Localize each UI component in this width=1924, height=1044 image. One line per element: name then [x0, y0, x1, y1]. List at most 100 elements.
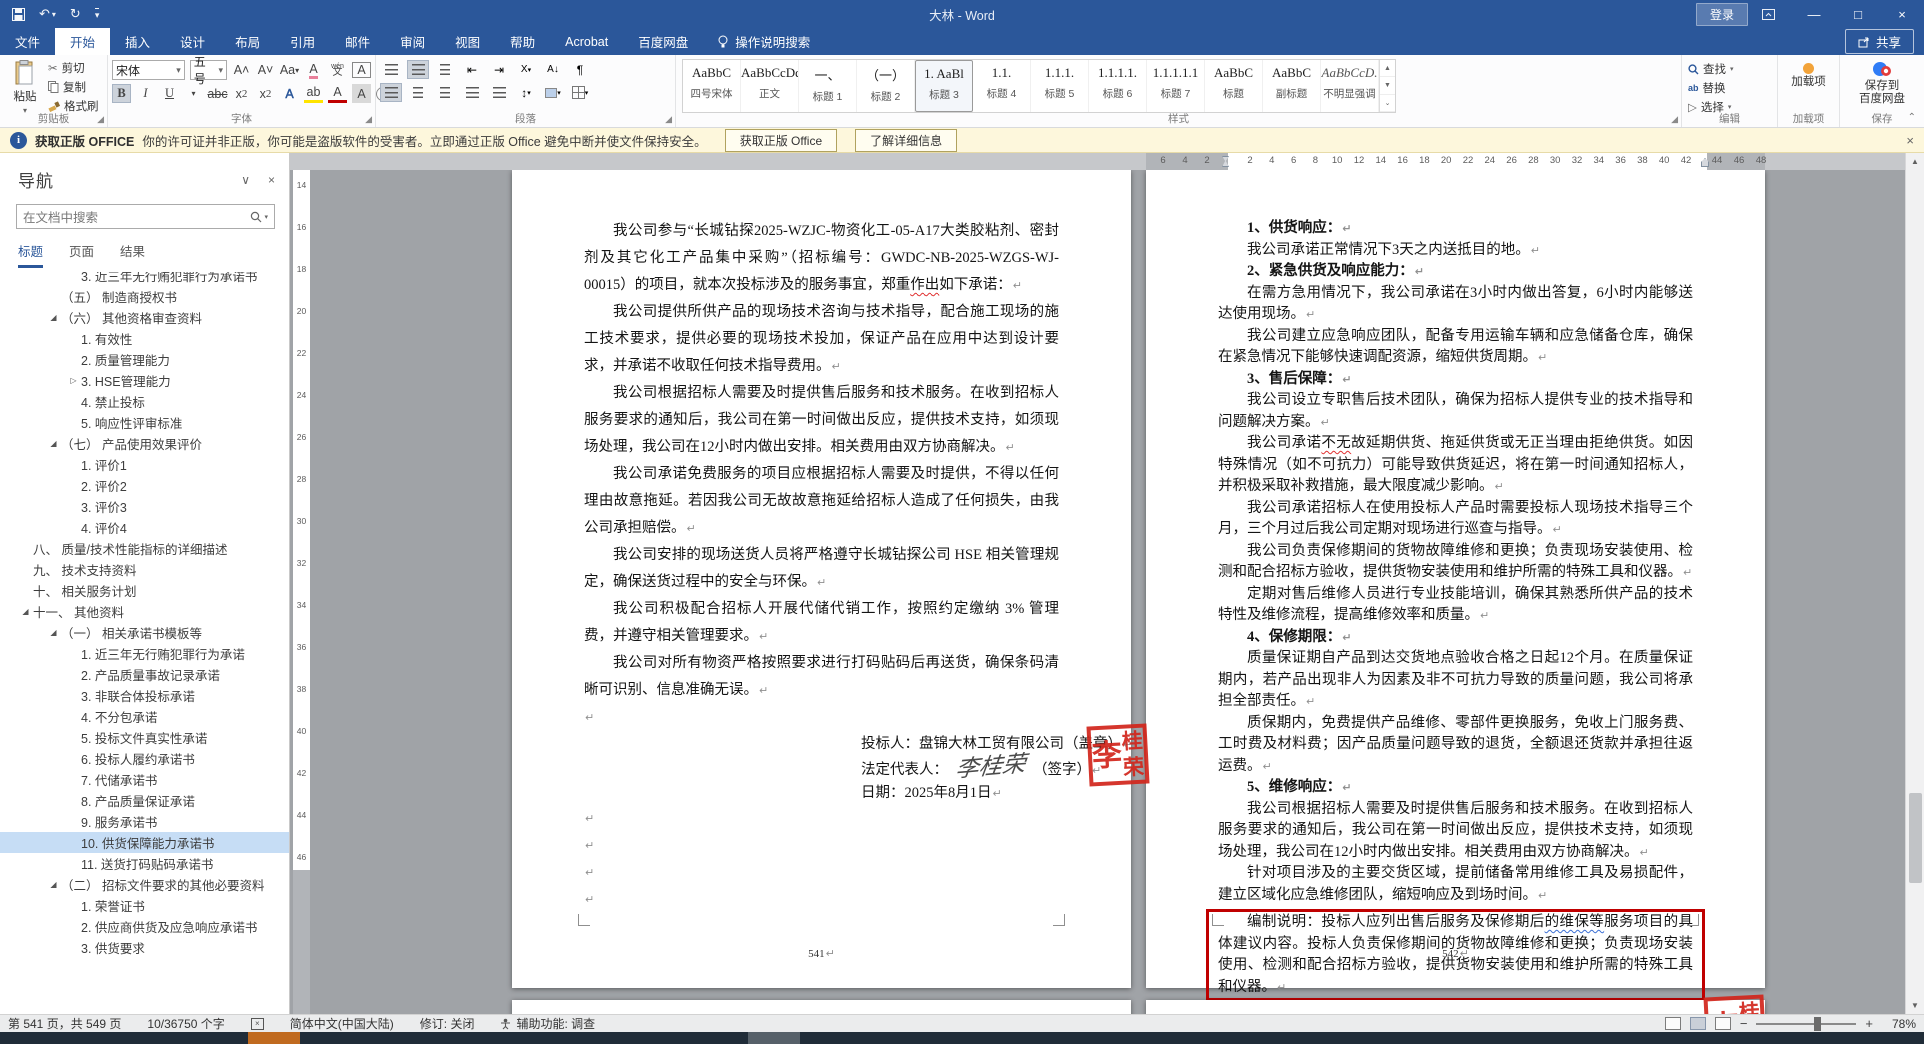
style-正文[interactable]: AaBbCcDd 正文 — [741, 60, 799, 112]
shrink-font-button[interactable]: A˅ — [256, 61, 275, 80]
nav-heading-item[interactable]: 3. 供货要求 — [0, 937, 289, 958]
tab-设计[interactable]: 设计 — [165, 28, 220, 55]
font-color-button[interactable]: A — [328, 84, 347, 103]
style-标题 1[interactable]: 一、 标题 1 — [799, 60, 857, 112]
addins-button[interactable]: 加载项 — [1782, 58, 1835, 112]
tab-审阅[interactable]: 审阅 — [385, 28, 440, 55]
save-to-netdisk-button[interactable]: 保存到 百度网盘 — [1844, 58, 1920, 112]
zoom-slider[interactable] — [1756, 1016, 1857, 1031]
search-icon[interactable]: ▾ — [250, 211, 268, 223]
nav-heading-item[interactable]: ◢ 十一、 其他资料 — [0, 601, 289, 622]
nav-tab-结果[interactable]: 结果 — [120, 241, 145, 268]
zoom-slider-thumb[interactable] — [1814, 1016, 1822, 1031]
increase-indent-button[interactable]: ⇥ — [488, 60, 510, 79]
nav-heading-item[interactable]: 2. 质量管理能力 — [0, 349, 289, 370]
language-indicator[interactable]: 简体中文(中国大陆) — [290, 1015, 394, 1032]
next-page-top[interactable] — [1146, 1000, 1765, 1014]
nav-heading-item[interactable]: 2. 评价2 — [0, 475, 289, 496]
scroll-down-icon[interactable]: ▼ — [1906, 997, 1924, 1014]
align-left-button[interactable] — [380, 83, 402, 102]
paragraph-dialog-launcher-icon[interactable]: ◢ — [665, 114, 672, 125]
expand-open-icon[interactable]: ◢ — [46, 628, 61, 637]
gallery-more-icon[interactable]: ⌄ — [1380, 95, 1395, 112]
scrollbar-thumb[interactable] — [1909, 793, 1922, 883]
sort-button[interactable]: A↓ — [542, 60, 564, 79]
bold-button[interactable]: B — [112, 84, 131, 103]
paragraph[interactable]: 4、保修期限：↵ — [1218, 627, 1693, 649]
font-size-combo[interactable]: 五号 ▾ — [189, 55, 227, 86]
borders-button[interactable]: ▾ — [569, 83, 591, 102]
style-标题 4[interactable]: 1.1. 标题 4 — [973, 60, 1031, 112]
print-layout-view-button[interactable] — [1689, 1017, 1706, 1030]
paragraph[interactable]: 我公司积极配合招标人开展代储代销工作，按照约定缴纳 3% 管理费，并遵守相关管理… — [584, 596, 1059, 650]
horizontal-ruler[interactable]: 6 4 2 2 4 6 8 10 12 14 16 18 20 22 24 26 28 30 32 34 36 38 40 4… — [290, 153, 1905, 170]
nav-heading-item[interactable]: 6. 投标人履约承诺书 — [0, 748, 289, 769]
tab-邮件[interactable]: 邮件 — [330, 28, 385, 55]
next-page-top[interactable] — [512, 1000, 1131, 1014]
warning-close-icon[interactable]: × — [1906, 133, 1914, 148]
style-标题 5[interactable]: 1.1.1. 标题 5 — [1031, 60, 1089, 112]
style-标题[interactable]: AaBbC 标题 — [1205, 60, 1263, 112]
paragraph[interactable]: 我公司建立应急响应团队，配备专用运输车辆和应急储备仓库，确保在紧急情况下能够快速… — [1218, 326, 1693, 369]
taskbar-app[interactable] — [748, 1032, 800, 1044]
font-dialog-launcher-icon[interactable]: ◢ — [365, 114, 372, 125]
gallery-scroll-up-icon[interactable]: ▲ — [1380, 60, 1395, 78]
vertical-ruler[interactable]: 14 16 18 20 22 24 26 28 30 32 34 36 38 40 42 44 46 — [293, 170, 310, 1014]
align-right-button[interactable] — [434, 83, 456, 102]
bullets-button[interactable] — [380, 60, 402, 79]
paragraph[interactable]: 质保期内，免费提供产品维修、零部件更换服务，免收上门服务费、工时费及材料费；因产… — [1218, 713, 1693, 778]
tab-Acrobat[interactable]: Acrobat — [550, 28, 623, 55]
undo-icon[interactable]: ↶ ▾ — [39, 6, 56, 22]
gallery-scroll-down-icon[interactable]: ▼ — [1380, 77, 1395, 95]
text-effects-button[interactable]: A — [280, 84, 299, 103]
nav-heading-item[interactable]: ◢ （六） 其他资格审查资料 — [0, 307, 289, 328]
nav-heading-item[interactable]: 4. 评价4 — [0, 517, 289, 538]
nav-heading-item[interactable]: （五） 制造商授权书 — [0, 286, 289, 307]
nav-heading-item[interactable]: 1. 近三年无行贿犯罪行为承诺 — [0, 643, 289, 664]
collapse-ribbon-icon[interactable]: ⌃ — [1908, 112, 1916, 123]
clipboard-dialog-launcher-icon[interactable]: ◢ — [97, 114, 104, 125]
paragraph[interactable]: ↵ — [584, 859, 1059, 886]
nav-heading-item[interactable]: ◢ （一） 相关承诺书模板等 — [0, 622, 289, 643]
replace-button[interactable]: ab 替换 — [1688, 80, 1734, 96]
nav-heading-item[interactable]: 2. 产品质量事故记录承诺 — [0, 664, 289, 685]
justify-button[interactable] — [461, 83, 483, 102]
nav-heading-item[interactable]: 4. 禁止投标 — [0, 391, 289, 412]
paragraph[interactable]: 我公司承诺正常情况下3天之内送抵目的地。↵ — [1218, 240, 1693, 262]
minimize-button[interactable]: — — [1792, 0, 1836, 28]
paragraph[interactable]: 我公司承诺免费服务的项目应根据招标人需要及时提供，不得以任何理由故意拖延。若因我… — [584, 461, 1059, 542]
nav-search-input[interactable]: 在文档中搜索 ▾ — [16, 204, 275, 229]
expand-open-icon[interactable]: ◢ — [46, 313, 61, 322]
highlight-button[interactable]: ab — [304, 84, 323, 103]
nav-heading-item[interactable]: 3. 非联合体投标承诺 — [0, 685, 289, 706]
nav-tab-页面[interactable]: 页面 — [69, 241, 94, 268]
undo-dropdown-icon[interactable]: ▾ — [52, 10, 56, 19]
style-标题 6[interactable]: 1.1.1.1. 标题 6 — [1089, 60, 1147, 112]
find-button[interactable]: 查找 ▾ — [1688, 61, 1734, 77]
asian-layout-button[interactable]: X ▾ — [515, 60, 537, 79]
web-layout-view-button[interactable] — [1714, 1017, 1731, 1030]
style-不明显强调[interactable]: AaBbCcD. 不明显强调 — [1321, 60, 1379, 112]
paragraph[interactable]: 我公司安排的现场送货人员将严格遵守长城钻探公司 HSE 相关管理规定，确保送货过… — [584, 542, 1059, 596]
nav-heading-item[interactable]: 1. 有效性 — [0, 328, 289, 349]
nav-heading-item[interactable]: 10. 供货保障能力承诺书 — [0, 832, 289, 853]
nav-options-chevron-icon[interactable]: ∨ — [241, 173, 250, 187]
change-case-button[interactable]: Aa ▾ — [280, 61, 299, 80]
redo-icon[interactable]: ↻ — [70, 6, 81, 22]
paragraph[interactable]: 我公司参与“长城钻探2025-WZJC-物资化工-05-A17大类胶粘剂、密封剂… — [584, 218, 1059, 299]
zoom-percentage[interactable]: 78% — [1882, 1017, 1916, 1031]
tab-插入[interactable]: 插入 — [110, 28, 165, 55]
nav-heading-item[interactable]: 11. 送货打码贴码承诺书 — [0, 853, 289, 874]
style-标题 7[interactable]: 1.1.1.1.1 标题 7 — [1147, 60, 1205, 112]
phonetic-guide-button[interactable]: wén 文 — [328, 61, 347, 80]
decrease-indent-button[interactable]: ⇤ — [461, 60, 483, 79]
nav-heading-item[interactable]: 9. 服务承诺书 — [0, 811, 289, 832]
expand-open-icon[interactable]: ◢ — [46, 439, 61, 448]
get-genuine-office-button[interactable]: 获取正版 Office — [724, 128, 838, 152]
read-mode-view-button[interactable] — [1664, 1017, 1681, 1030]
share-button[interactable]: 共享 — [1844, 29, 1914, 54]
paragraph[interactable]: ↵ — [584, 805, 1059, 832]
document-page-541[interactable]: 我公司参与“长城钻探2025-WZJC-物资化工-05-A17大类胶粘剂、密封剂… — [512, 170, 1150, 988]
nav-heading-item[interactable]: 3. 近三年无行贿犯罪行为承诺书 — [0, 272, 289, 286]
clear-formatting-button[interactable]: A — [304, 61, 323, 80]
